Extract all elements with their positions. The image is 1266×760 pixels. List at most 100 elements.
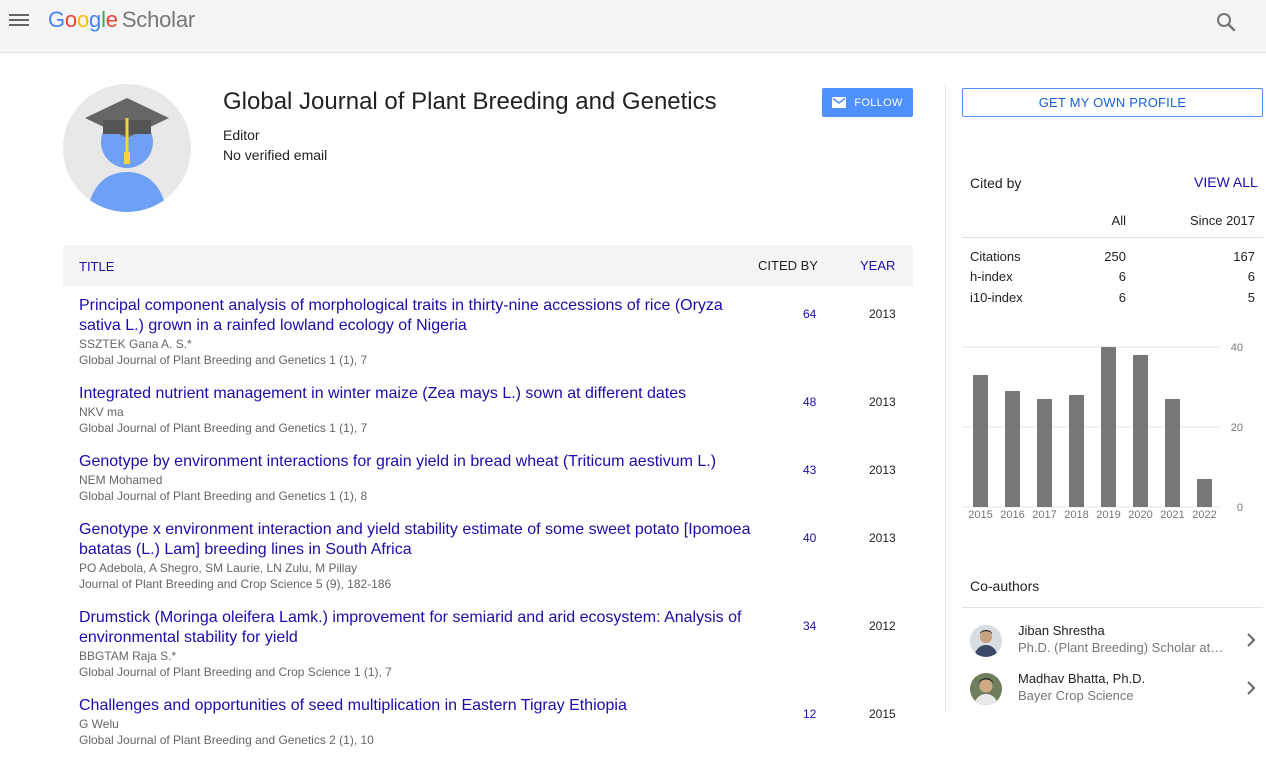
coauthor-affiliation: Bayer Crop Science	[1018, 688, 1134, 703]
table-row: Genotype by environment interactions for…	[63, 452, 913, 520]
articles-list: Principal component analysis of morpholo…	[63, 296, 913, 756]
metric-since-value: 5	[1247, 290, 1255, 305]
chart-y-tick-label: 0	[1237, 502, 1243, 514]
chart-y-tick-label: 20	[1231, 422, 1243, 434]
google-scholar-logo[interactable]: Google Scholar	[48, 7, 195, 33]
chart-x-tick-label: 2016	[1000, 509, 1024, 521]
article-year: 2013	[869, 531, 896, 545]
article-venue: Journal of Plant Breeding and Crop Scien…	[79, 577, 392, 591]
article-year: 2013	[869, 395, 896, 409]
article-title-link[interactable]: Drumstick (Moringa oleifera Lamk.) impro…	[79, 608, 759, 648]
profile-name: Global Journal of Plant Breeding and Gen…	[223, 88, 717, 115]
logo-scholar-text: Scholar	[121, 7, 196, 32]
profile-affiliation: Editor	[223, 127, 260, 143]
coauthors-heading: Co-authors	[970, 578, 1040, 594]
article-venue: Global Journal of Plant Breeding and Gen…	[79, 353, 368, 367]
chart-bar-2019[interactable]	[1101, 347, 1116, 507]
chart-x-tick-label: 2021	[1160, 509, 1184, 521]
chart-bar-2020[interactable]	[1133, 355, 1148, 507]
article-cited-count[interactable]: 12	[803, 707, 816, 721]
get-my-own-profile-button[interactable]: GET MY OWN PROFILE	[962, 88, 1263, 117]
chart-bar-2021[interactable]	[1165, 399, 1180, 507]
coauthor-avatar	[970, 625, 1002, 657]
article-cited-count[interactable]: 34	[803, 619, 816, 633]
article-authors: SSZTEK Gana A. S.*	[79, 337, 192, 351]
top-bar: Google Scholar	[0, 0, 1266, 53]
logo-letter: o	[64, 7, 77, 32]
sort-by-title[interactable]: TITLE	[79, 259, 114, 274]
metric-row-h-index: h-index 6 6	[962, 265, 1263, 285]
article-authors: NEM Mohamed	[79, 473, 163, 487]
article-year: 2012	[869, 619, 896, 633]
chart-x-tick-label: 2018	[1064, 509, 1088, 521]
menu-icon[interactable]	[9, 12, 31, 30]
table-row: Principal component analysis of morpholo…	[63, 296, 913, 384]
metric-all-value: 6	[1118, 290, 1126, 305]
chart-x-tick-label: 2022	[1192, 509, 1216, 521]
citations-per-year-chart: 0 20 40 2015 2016 2017 2018 2019 2020 2021 2022	[962, 342, 1243, 521]
article-year: 2015	[869, 707, 896, 721]
logo-letter: G	[48, 7, 65, 32]
article-title-link[interactable]: Principal component analysis of morpholo…	[79, 296, 759, 336]
column-all: All	[1111, 213, 1126, 228]
table-row: Drumstick (Moringa oleifera Lamk.) impro…	[63, 608, 913, 696]
coauthor-avatar	[970, 673, 1002, 705]
metric-label: h-index	[970, 269, 1013, 284]
avatar-body	[87, 172, 167, 212]
coauthor-item[interactable]: Jiban Shrestha Ph.D. (Plant Breeding) Sc…	[962, 623, 1263, 667]
table-row: Integrated nutrient management in winter…	[63, 384, 913, 452]
article-cited-count[interactable]: 64	[803, 307, 816, 321]
chevron-right-icon	[1247, 633, 1256, 647]
chart-x-tick-label: 2020	[1128, 509, 1152, 521]
coauthor-item[interactable]: Madhav Bhatta, Ph.D. Bayer Crop Science	[962, 671, 1263, 715]
chart-x-tick-label: 2015	[968, 509, 992, 521]
chart-x-tick-label: 2019	[1096, 509, 1120, 521]
article-year: 2013	[869, 307, 896, 321]
metric-label: i10-index	[970, 290, 1023, 305]
article-cited-count[interactable]: 48	[803, 395, 816, 409]
article-authors: G Welu	[79, 717, 119, 731]
metric-label: Citations	[970, 249, 1021, 264]
follow-button[interactable]: FOLLOW	[822, 88, 913, 117]
metric-row-citations: Citations 250 167	[962, 245, 1263, 265]
article-authors: BBGTAM Raja S.*	[79, 649, 177, 663]
sort-by-year[interactable]: YEAR	[860, 258, 895, 273]
article-title-link[interactable]: Challenges and opportunities of seed mul…	[79, 696, 759, 716]
chart-bar-2018[interactable]	[1069, 395, 1084, 507]
article-cited-count[interactable]: 43	[803, 463, 816, 477]
chevron-right-icon	[1247, 681, 1256, 695]
article-venue: Global Journal of Plant Breeding and Gen…	[79, 421, 368, 435]
coauthor-name: Madhav Bhatta, Ph.D.	[1018, 671, 1146, 686]
metric-since-value: 6	[1247, 269, 1255, 284]
citation-metrics-header: All Since 2017	[962, 204, 1263, 238]
table-row: Challenges and opportunities of seed mul…	[63, 696, 913, 756]
chart-y-tick-label: 40	[1231, 342, 1243, 354]
cited-by-heading: Cited by	[970, 175, 1022, 191]
chart-bar-2015[interactable]	[973, 375, 988, 507]
coauthors-divider	[962, 607, 1263, 608]
view-all-link[interactable]: VIEW ALL	[1194, 174, 1258, 190]
coauthor-name: Jiban Shrestha	[1018, 623, 1105, 638]
article-authors: PO Adebola, A Shegro, SM Laurie, LN Zulu…	[79, 561, 358, 575]
metric-all-value: 6	[1118, 269, 1126, 284]
article-venue: Global Journal of Plant Breeding and Gen…	[79, 489, 368, 503]
article-year: 2013	[869, 463, 896, 477]
metric-all-value: 250	[1104, 249, 1126, 264]
profile-avatar	[63, 84, 191, 212]
chart-bar-2017[interactable]	[1037, 399, 1052, 507]
article-title-link[interactable]: Genotype by environment interactions for…	[79, 452, 759, 472]
metric-since-value: 167	[1233, 249, 1255, 264]
article-authors: NKV ma	[79, 405, 124, 419]
chart-bar-2022[interactable]	[1197, 479, 1212, 507]
article-title-link[interactable]: Integrated nutrient management in winter…	[79, 384, 759, 404]
article-title-link[interactable]: Genotype x environment interaction and y…	[79, 520, 759, 560]
chart-bar-2016[interactable]	[1005, 391, 1020, 507]
follow-label: FOLLOW	[854, 96, 903, 109]
search-icon[interactable]	[1214, 10, 1238, 34]
metric-row-i10-index: i10-index 6 5	[962, 286, 1263, 306]
table-row: Genotype x environment interaction and y…	[63, 520, 913, 608]
article-cited-count[interactable]: 40	[803, 531, 816, 545]
coauthor-affiliation: Ph.D. (Plant Breeding) Scholar at Chines…	[1018, 640, 1224, 655]
logo-google-wordmark: Google	[48, 7, 118, 32]
cited-by-header: CITED BY	[758, 258, 818, 273]
